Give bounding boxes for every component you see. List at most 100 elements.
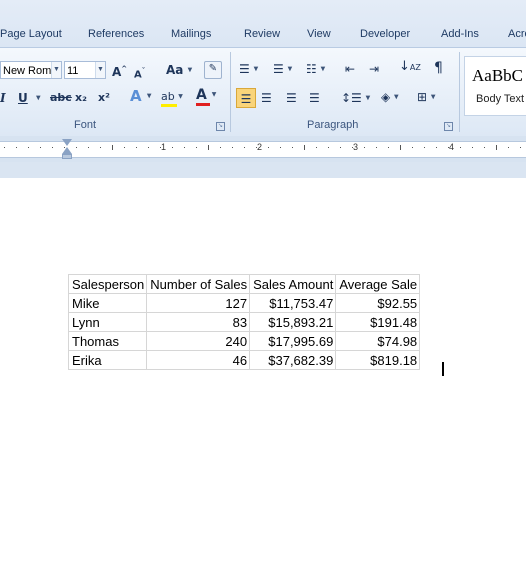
tab-references[interactable]: References — [88, 28, 144, 40]
ruler-number: 2 — [257, 142, 263, 152]
superscript-icon[interactable]: x² — [98, 91, 110, 105]
tab-add-ins[interactable]: Add-Ins — [441, 28, 479, 40]
table-cell[interactable]: 46 — [146, 350, 251, 370]
show-marks-icon[interactable]: ¶ — [434, 61, 443, 75]
table-header-cell[interactable]: Number of Sales — [146, 274, 251, 294]
strikethrough-icon[interactable]: abc — [50, 91, 72, 105]
shrink-font-icon[interactable]: Aˇ — [134, 64, 145, 82]
italic-icon[interactable]: I — [0, 91, 6, 105]
indent-marker-bottom[interactable] — [62, 147, 72, 154]
table-cell[interactable]: $92.55 — [335, 293, 421, 313]
ruler-tick — [112, 145, 113, 150]
sales-table[interactable]: Salesperson Number of Sales Sales Amount… — [67, 274, 421, 370]
strikethrough-glyph: abc — [50, 91, 72, 104]
grow-font-icon[interactable]: A^ — [112, 62, 127, 79]
table-header-cell[interactable]: Salesperson — [67, 274, 148, 294]
ruler-tick — [100, 147, 101, 148]
ruler-tick — [280, 147, 281, 148]
table-cell[interactable]: Thomas — [67, 331, 148, 351]
justify-icon[interactable]: ☰ — [309, 91, 320, 105]
table-row: Erika 46 $37,682.39 $819.18 — [67, 350, 421, 370]
ruler-tick — [340, 147, 341, 148]
hanging-indent-box[interactable] — [62, 154, 72, 159]
table-cell[interactable]: 240 — [146, 331, 251, 351]
clear-formatting-icon[interactable]: ✎ — [204, 61, 222, 79]
tab-view[interactable]: View — [307, 28, 331, 40]
table-header-cell[interactable]: Sales Amount — [249, 274, 337, 294]
ruler-strip — [0, 141, 526, 158]
chevron-down-icon[interactable]: ▼ — [95, 62, 105, 78]
underline-dropdown-icon[interactable]: ▼ — [36, 91, 41, 106]
highlight-icon[interactable]: ab ▼ — [161, 90, 183, 107]
superscript-glyph: x² — [98, 91, 110, 104]
font-size-box[interactable]: 11 ▼ — [64, 61, 106, 79]
ruler-tick — [292, 147, 293, 148]
ruler-tick — [136, 147, 137, 148]
text-cursor — [442, 362, 444, 376]
line-spacing-icon[interactable]: ↕☰ ▼ — [341, 91, 370, 106]
table-cell[interactable]: 83 — [146, 312, 251, 332]
ruler-number: 3 — [353, 142, 359, 152]
tab-developer[interactable]: Developer — [360, 28, 410, 40]
table-cell[interactable]: $74.98 — [335, 331, 421, 351]
font-name-box[interactable]: New Rom ▼ — [0, 61, 62, 79]
ruler-tick — [472, 147, 473, 148]
ruler-tick — [40, 147, 41, 148]
shading-icon[interactable]: ◈ ▼ — [381, 90, 399, 105]
align-right-icon[interactable]: ☰ — [286, 91, 297, 105]
ruler-tick — [304, 145, 305, 150]
align-center-icon[interactable]: ☰ — [261, 91, 272, 105]
table-cell[interactable]: $17,995.69 — [249, 331, 337, 351]
font-dialog-launcher-icon[interactable]: ↘ — [216, 122, 225, 131]
ruler-tick — [256, 147, 257, 148]
style-gallery-item-body-text[interactable]: AaBbC Body Text — [464, 56, 526, 116]
align-left-icon[interactable]: ☰ — [236, 88, 256, 108]
font-group-label: Font — [74, 119, 97, 131]
font-size-value: 11 — [67, 65, 79, 77]
table-cell[interactable]: Mike — [67, 293, 148, 313]
tab-page-layout[interactable]: Page Layout — [0, 28, 62, 40]
text-effects-icon[interactable]: A ▼ — [130, 89, 151, 104]
decrease-indent-icon[interactable]: ⇤ — [345, 62, 355, 76]
table-cell[interactable]: 127 — [146, 293, 251, 313]
paragraph-group: ☰ ▼ ☰ ▼ ☷ ▼ ⇤ ⇥ ↓AZ ¶ ☰ ☰ ☰ ☰ ↕☰ ▼ ◈ ▼ ⊞… — [231, 48, 459, 134]
font-color-icon[interactable]: A ▼ — [196, 87, 216, 106]
table-cell[interactable]: $819.18 — [335, 350, 421, 370]
change-case-icon[interactable]: Aa ▼ — [166, 63, 192, 78]
multilevel-list-icon[interactable]: ☷ ▼ — [306, 62, 325, 77]
paragraph-dialog-launcher-icon[interactable]: ↘ — [444, 122, 453, 131]
table-cell[interactable]: $11,753.47 — [249, 293, 337, 313]
sort-icon[interactable]: ↓AZ — [399, 60, 421, 75]
paragraph-group-label: Paragraph — [307, 119, 359, 131]
font-color-glyph: A — [196, 87, 207, 103]
ruler-tick — [208, 145, 209, 150]
tab-review[interactable]: Review — [244, 28, 280, 40]
tab-mailings[interactable]: Mailings — [171, 28, 211, 40]
bullets-icon[interactable]: ☰ ▼ — [239, 62, 258, 77]
font-color-bar — [196, 103, 210, 106]
highlight-glyph: ab — [161, 90, 175, 103]
table-cell[interactable]: Lynn — [67, 312, 148, 332]
subscript-icon[interactable]: x₂ — [75, 91, 87, 105]
chevron-down-icon[interactable]: ▼ — [51, 62, 61, 78]
increase-indent-icon[interactable]: ⇥ — [369, 62, 379, 76]
table-cell[interactable]: $37,682.39 — [249, 350, 337, 370]
underline-icon[interactable]: U — [18, 91, 28, 105]
table-cell[interactable]: $15,893.21 — [249, 312, 337, 332]
numbering-icon[interactable]: ☰ ▼ — [273, 62, 292, 77]
table-cell[interactable]: Erika — [67, 350, 148, 370]
font-name-value: New Rom — [3, 65, 52, 77]
ruler-tick — [388, 147, 389, 148]
borders-icon[interactable]: ⊞ ▼ — [417, 90, 436, 105]
ruler-tick — [496, 145, 497, 150]
ruler-tick — [520, 147, 521, 148]
indent-marker[interactable] — [62, 139, 72, 146]
document-page[interactable]: Salesperson Number of Sales Sales Amount… — [0, 178, 526, 587]
horizontal-ruler[interactable]: 1 2 3 4 — [0, 136, 526, 162]
tab-acrobat[interactable]: Acro — [508, 28, 526, 40]
ruler-tick — [76, 147, 77, 148]
table-cell[interactable]: $191.48 — [335, 312, 421, 332]
ruler-tick — [460, 147, 461, 148]
ruler-tick — [268, 147, 269, 148]
table-header-cell[interactable]: Average Sale — [335, 274, 421, 294]
